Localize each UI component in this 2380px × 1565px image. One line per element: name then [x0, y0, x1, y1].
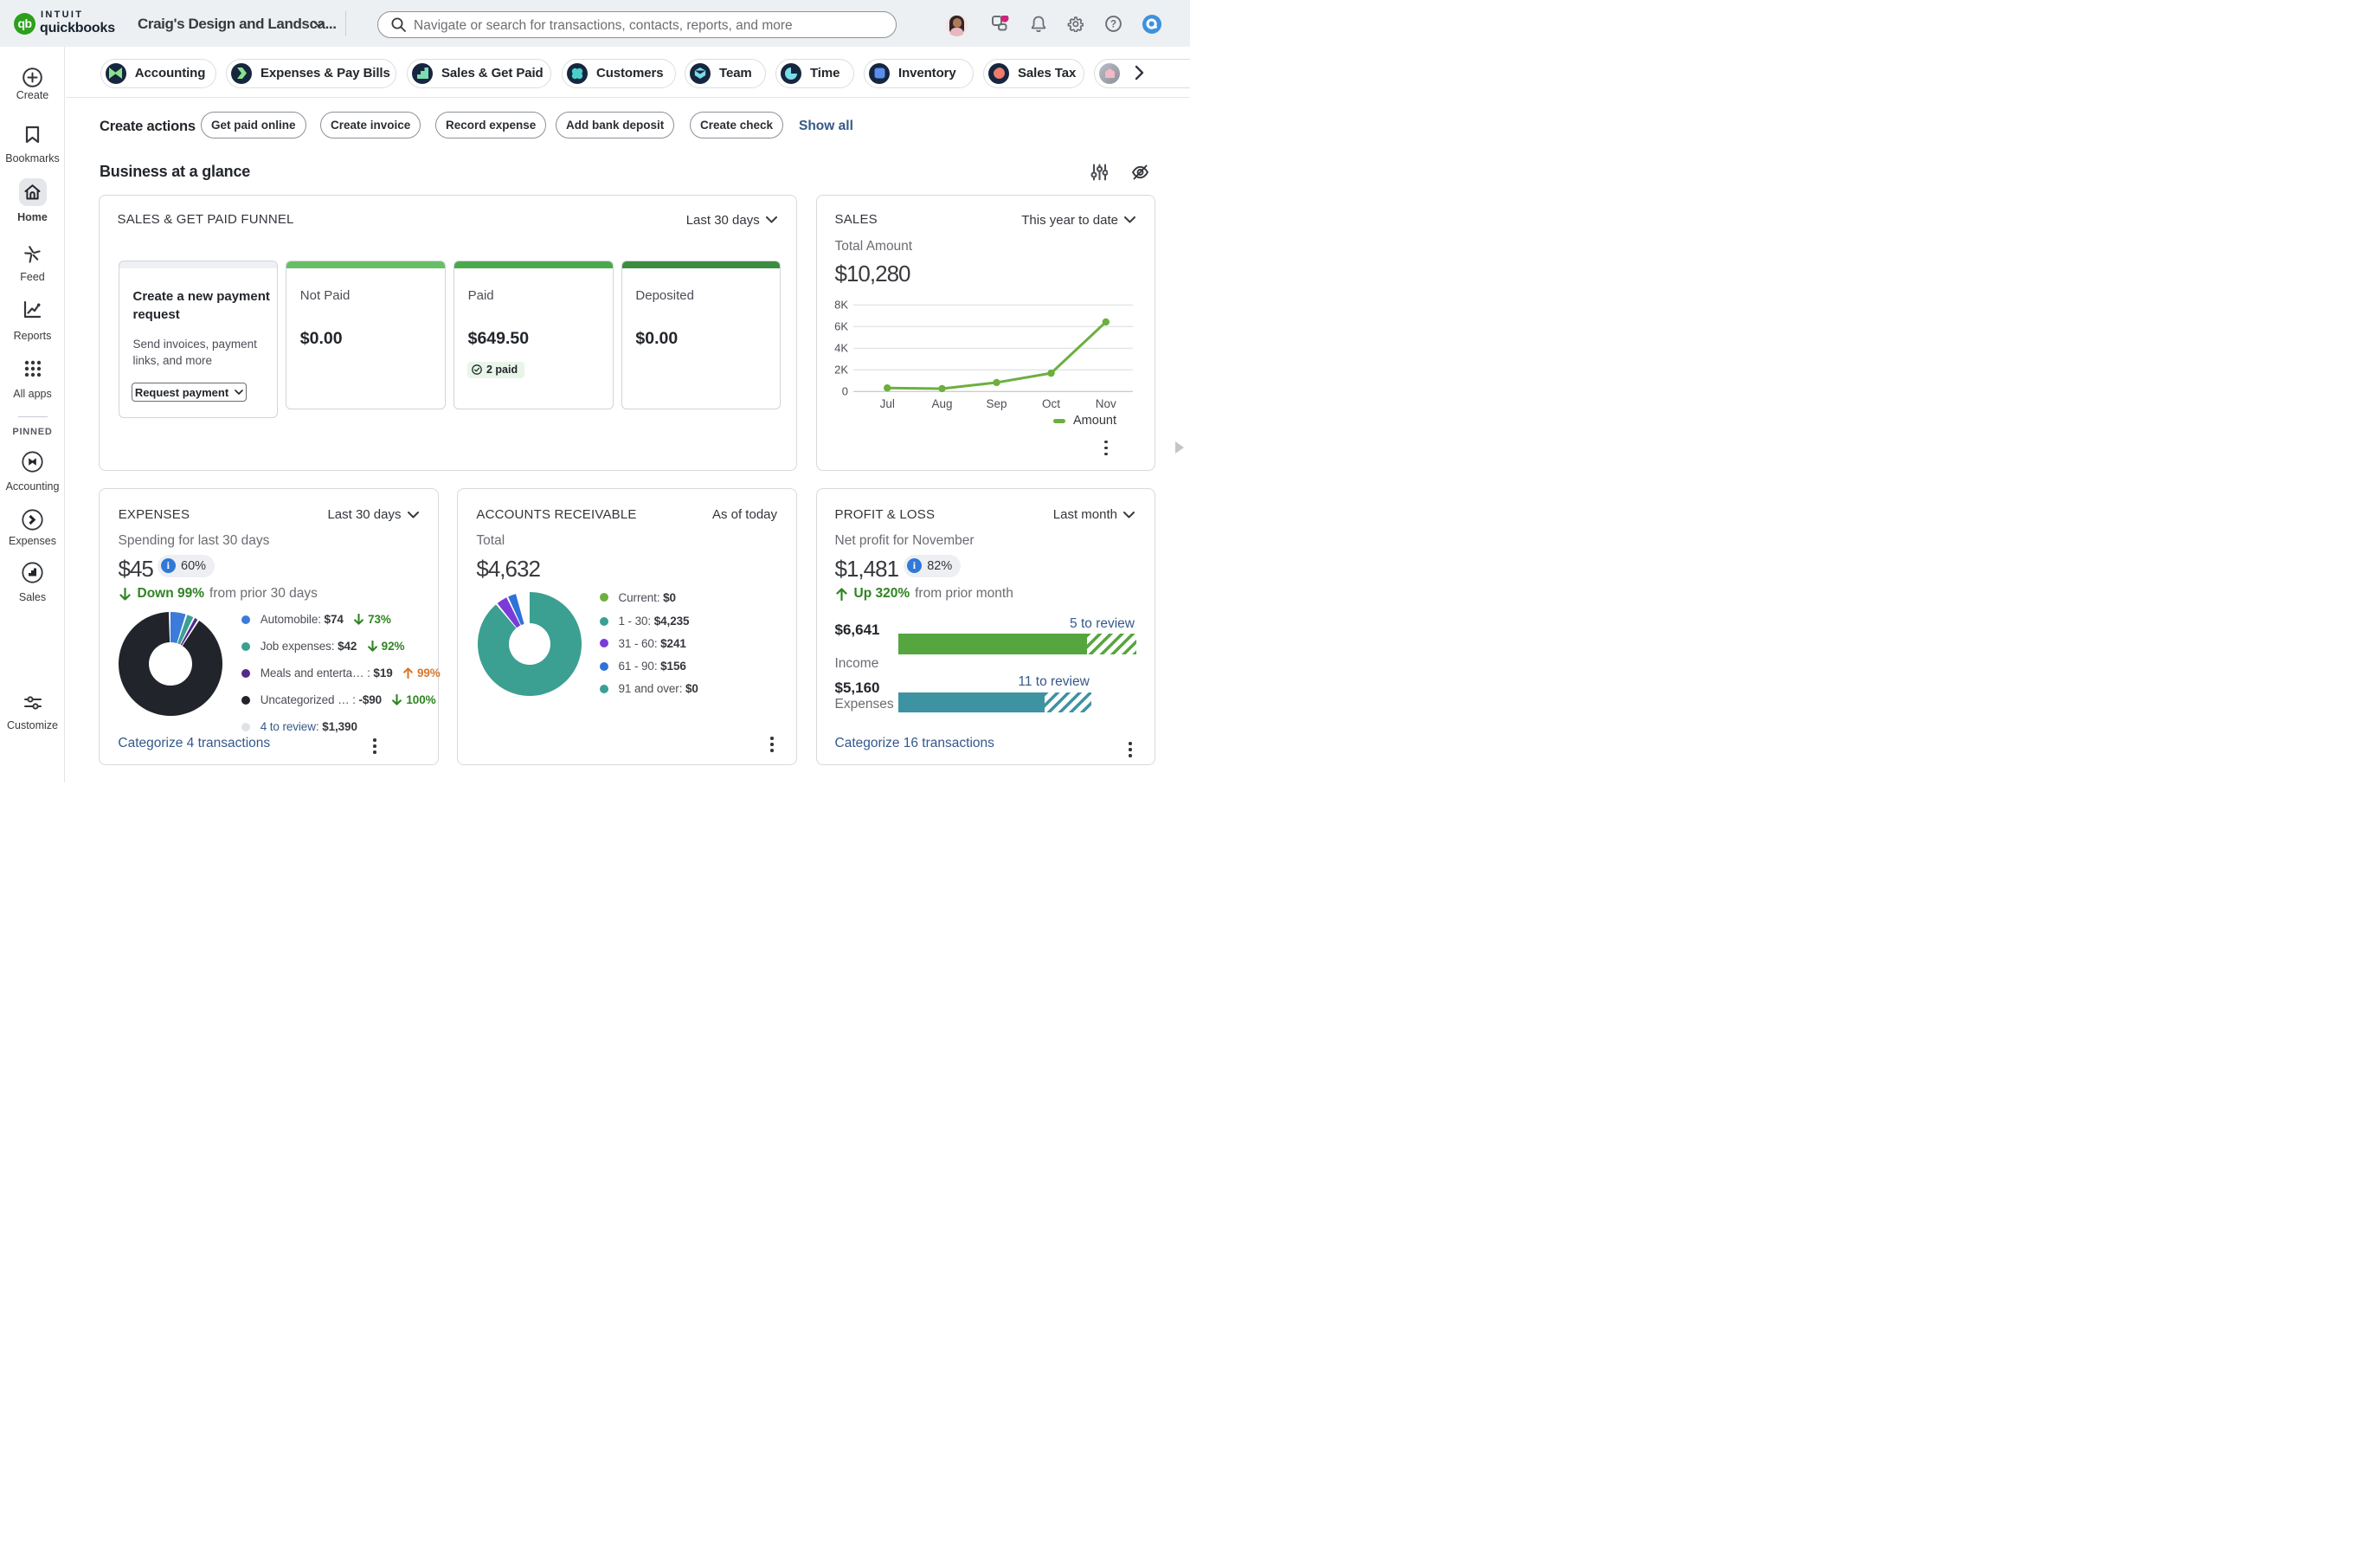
svg-text:8K: 8K: [834, 298, 848, 311]
svg-text:4K: 4K: [834, 341, 848, 354]
svg-text:Aug: Aug: [931, 397, 952, 410]
svg-text:Nov: Nov: [1095, 397, 1116, 410]
svg-text:?: ?: [1110, 19, 1116, 29]
svg-text:Oct: Oct: [1041, 397, 1059, 410]
svg-text:6K: 6K: [834, 319, 848, 332]
svg-text:2K: 2K: [834, 363, 848, 376]
svg-text:Sep: Sep: [986, 397, 1007, 410]
svg-text:0: 0: [841, 384, 847, 397]
svg-text:Jul: Jul: [879, 397, 894, 410]
